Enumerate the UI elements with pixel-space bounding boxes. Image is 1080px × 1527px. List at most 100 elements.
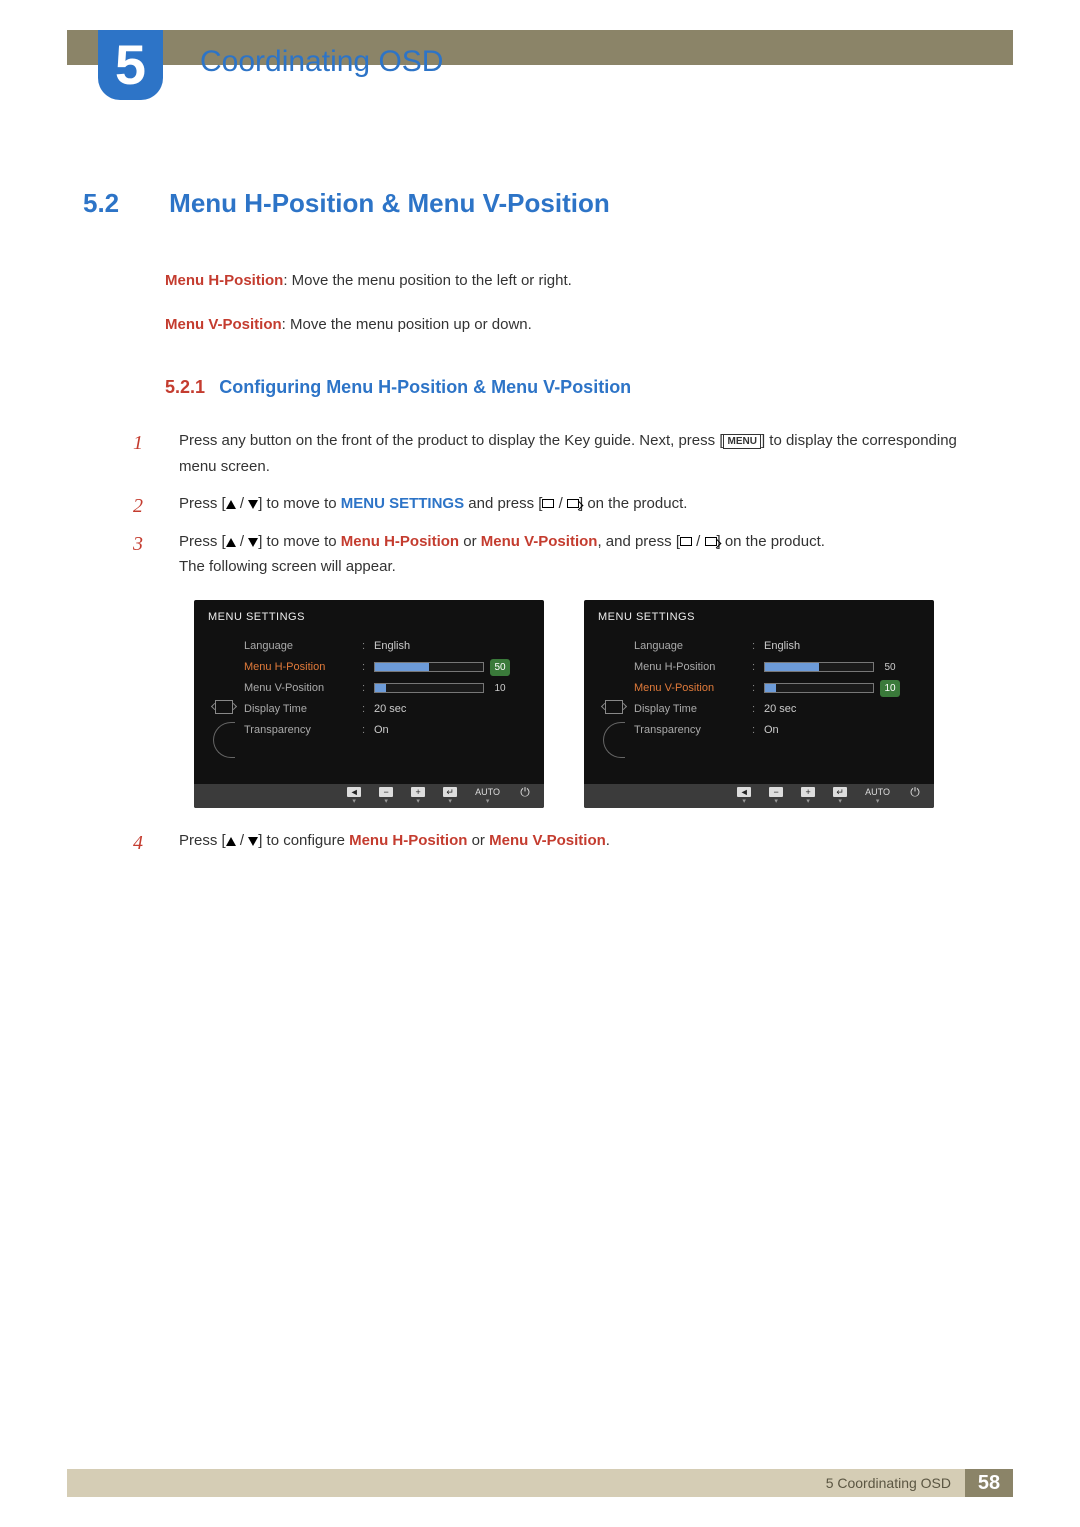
- step-text: or: [459, 533, 481, 550]
- osd-row-language: Language: English: [634, 636, 924, 657]
- position-icon: [605, 700, 623, 714]
- osd-label: Display Time: [634, 700, 752, 719]
- menu-settings-label: MENU SETTINGS: [341, 495, 464, 512]
- menu-v-position-label: Menu V-Position: [489, 832, 606, 849]
- definition-text: : Move the menu position up or down.: [282, 316, 532, 333]
- plus-icon: +▾: [411, 787, 425, 805]
- step-3: 3 Press [ / ] to move to Menu H-Position…: [133, 529, 990, 809]
- back-icon: ◄▾: [347, 787, 361, 805]
- down-arrow-icon: [248, 500, 258, 509]
- osd-sidebar: [594, 636, 634, 758]
- osd-row-display-time: Display Time: 20 sec: [244, 699, 534, 720]
- enter-icon: ↵▾: [443, 787, 457, 805]
- osd-arc-decoration: [213, 722, 235, 758]
- auto-icon: AUTO▾: [475, 787, 500, 805]
- subsection-number: 5.2.1: [165, 377, 205, 397]
- power-icon: ⏻: [908, 787, 922, 797]
- osd-label: Menu V-Position: [634, 679, 752, 698]
- osd-row-transparency: Transparency: On: [634, 720, 924, 741]
- osd-slider: 50: [374, 658, 534, 677]
- enter-icon: [567, 499, 579, 508]
- step-text: .: [606, 832, 610, 849]
- menu-v-position-label: Menu V-Position: [481, 533, 598, 550]
- osd-menu-list: Language: English Menu H-Position: 50 Me: [244, 636, 534, 758]
- osd-row-display-time: Display Time: 20 sec: [634, 699, 924, 720]
- section-title: Menu H-Position & Menu V-Position: [169, 188, 610, 218]
- osd-label: Menu H-Position: [244, 658, 362, 677]
- osd-label: Transparency: [244, 721, 362, 740]
- osd-label: Language: [244, 637, 362, 656]
- osd-row-h-position: Menu H-Position: 50: [244, 657, 534, 678]
- osd-menu-list: Language: English Menu H-Position: 50 Me: [634, 636, 924, 758]
- osd-value: 10: [490, 680, 510, 697]
- osd-label: Language: [634, 637, 752, 656]
- enter-icon: ↵▾: [833, 787, 847, 805]
- power-icon: ⏻: [518, 787, 532, 797]
- osd-arc-decoration: [603, 722, 625, 758]
- osd-row-v-position: Menu V-Position: 10: [634, 678, 924, 699]
- step-text: Press [: [179, 533, 226, 550]
- down-arrow-icon: [248, 538, 258, 547]
- osd-footer: ◄▾ −▾ +▾ ↵▾ AUTO▾ ⏻: [584, 784, 934, 808]
- step-1: 1 Press any button on the front of the p…: [133, 428, 990, 479]
- osd-value: English: [764, 637, 924, 656]
- step-number: 1: [133, 426, 143, 460]
- osd-panel-h: MENU SETTINGS Language: English: [194, 600, 544, 809]
- step-text: ] on the product.: [717, 533, 825, 550]
- osd-value: On: [764, 721, 924, 740]
- osd-row-language: Language: English: [244, 636, 534, 657]
- up-arrow-icon: [226, 837, 236, 846]
- subsection-title: Configuring Menu H-Position & Menu V-Pos…: [219, 377, 631, 397]
- osd-row-h-position: Menu H-Position: 50: [634, 657, 924, 678]
- step-2: 2 Press [ / ] to move to MENU SETTINGS a…: [133, 491, 990, 517]
- step-text: Press [: [179, 832, 226, 849]
- step-text: , and press [: [597, 533, 680, 550]
- up-arrow-icon: [226, 500, 236, 509]
- page-number: 58: [965, 1469, 1013, 1497]
- step-number: 3: [133, 527, 143, 561]
- page-footer: 5 Coordinating OSD 58: [67, 1469, 1013, 1497]
- step-text: or: [467, 832, 489, 849]
- step-text: ] to configure: [258, 832, 349, 849]
- menu-key-icon: MENU: [723, 434, 760, 449]
- osd-value: On: [374, 721, 534, 740]
- enter-icon: [705, 537, 717, 546]
- step-text: Press [: [179, 495, 226, 512]
- chapter-title: Coordinating OSD: [200, 45, 443, 79]
- osd-value: 20 sec: [764, 700, 924, 719]
- steps-list: 1 Press any button on the front of the p…: [133, 428, 990, 854]
- step-text: ] to move to: [258, 495, 341, 512]
- step-4: 4 Press [ / ] to configure Menu H-Positi…: [133, 828, 990, 854]
- step-number: 4: [133, 826, 143, 860]
- source-icon: [542, 499, 554, 508]
- step-text: Press any button on the front of the pro…: [179, 432, 723, 449]
- osd-footer: ◄▾ −▾ +▾ ↵▾ AUTO▾ ⏻: [194, 784, 544, 808]
- position-icon: [215, 700, 233, 714]
- osd-value: 20 sec: [374, 700, 534, 719]
- chapter-number-badge: 5: [98, 30, 163, 100]
- osd-row-transparency: Transparency: On: [244, 720, 534, 741]
- step-text: and press [: [464, 495, 542, 512]
- source-icon: [680, 537, 692, 546]
- menu-h-position-label: Menu H-Position: [349, 832, 467, 849]
- osd-value: English: [374, 637, 534, 656]
- osd-label: Menu H-Position: [634, 658, 752, 677]
- plus-icon: +▾: [801, 787, 815, 805]
- osd-title: MENU SETTINGS: [584, 600, 934, 635]
- subsection-heading: 5.2.1 Configuring Menu H-Position & Menu…: [165, 377, 990, 398]
- osd-label: Transparency: [634, 721, 752, 740]
- osd-sidebar: [204, 636, 244, 758]
- definition-h-position: Menu H-Position: Move the menu position …: [165, 269, 990, 293]
- definition-v-position: Menu V-Position: Move the menu position …: [165, 313, 990, 337]
- definition-text: : Move the menu position to the left or …: [283, 272, 572, 289]
- osd-slider: 10: [764, 679, 924, 698]
- osd-label: Display Time: [244, 700, 362, 719]
- osd-value: 10: [880, 680, 900, 697]
- section-heading: 5.2 Menu H-Position & Menu V-Position: [83, 188, 990, 219]
- osd-value: 50: [490, 659, 510, 676]
- osd-screenshots: MENU SETTINGS Language: English: [179, 600, 990, 809]
- down-arrow-icon: [248, 837, 258, 846]
- osd-slider: 50: [764, 658, 924, 677]
- up-arrow-icon: [226, 538, 236, 547]
- osd-panel-v: MENU SETTINGS Language: English: [584, 600, 934, 809]
